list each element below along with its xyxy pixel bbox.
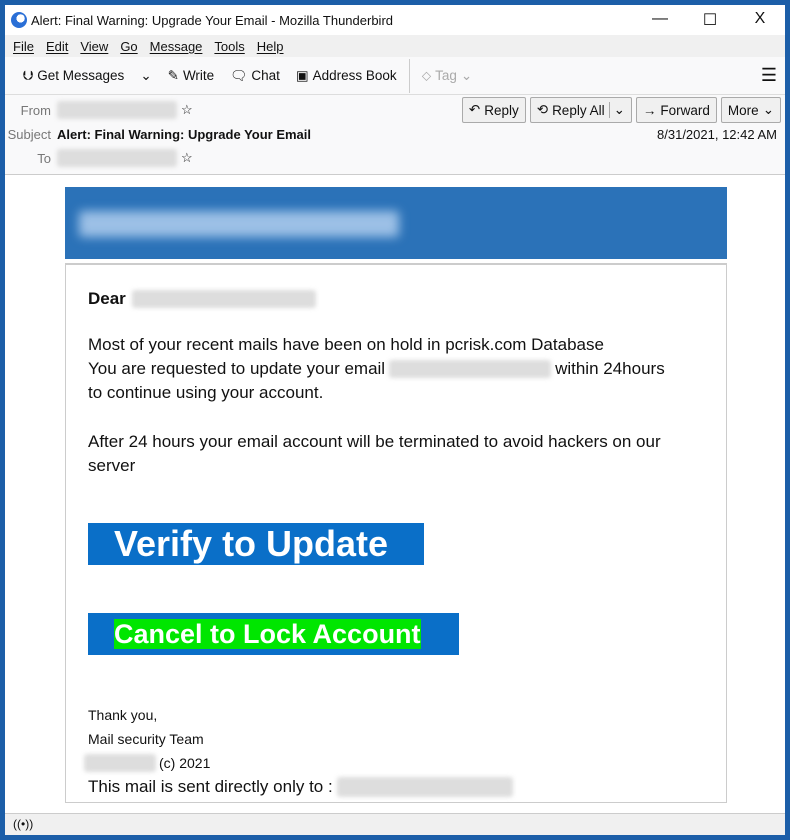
subject-label: Subject (7, 127, 51, 142)
message-header: From ☆ Subject Alert: Final Warning: Upgra… (5, 95, 785, 175)
chevron-down-icon[interactable]: ⌄ (608, 102, 625, 118)
thanks-text: Thank you, (88, 707, 158, 723)
address-book-button[interactable]: ▣ Address Book (288, 68, 405, 84)
tag-label: Tag (435, 68, 457, 83)
menu-edit[interactable]: Edit (46, 39, 68, 54)
body-line-2b: within 24hours (555, 359, 665, 378)
menu-go[interactable]: Go (120, 39, 137, 54)
sender-redacted (84, 754, 156, 772)
message-date: 8/31/2021, 12:42 AM (657, 127, 777, 142)
reply-label: Reply (484, 102, 519, 118)
reply-all-icon: ⟲ (536, 102, 549, 117)
toolbar-divider (408, 58, 410, 93)
hamburger-icon: ☰ (760, 65, 777, 85)
tag-button[interactable]: ⬦ Tag ⌄ (414, 68, 481, 84)
email-redacted (389, 360, 552, 378)
download-icon: ⮋ (23, 67, 34, 83)
menu-view[interactable]: View (80, 39, 108, 54)
title-bar: Alert: Final Warning: Upgrade Your Email… (5, 5, 785, 35)
chat-label: Chat (251, 68, 280, 83)
body-line-2a: You are requested to update your email (88, 359, 386, 378)
menu-tools[interactable]: Tools (214, 39, 244, 54)
email-content: Dear Most of your recent mails have been… (65, 263, 727, 803)
toolbar: ⮋ Get Messages ⌄ ✎ Write 🗨 Chat ▣ Address Bo… (5, 57, 785, 95)
sent-to-text: This mail is sent directly only to : (88, 777, 333, 796)
chevron-down-icon: ⌄ (460, 67, 473, 83)
forward-icon: → (642, 102, 657, 118)
email-banner (65, 187, 727, 259)
body-line-4: After 24 hours your email account will b… (88, 432, 661, 451)
write-label: Write (182, 68, 215, 83)
copyright-text: (c) 2021 (159, 755, 211, 771)
cancel-to-lock-label: Cancel to Lock Account (114, 619, 421, 649)
get-messages-label: Get Messages (37, 68, 125, 83)
reply-icon: ↶ (468, 102, 481, 117)
forward-label: Forward (660, 102, 710, 118)
get-messages-button[interactable]: ⮋ Get Messages (15, 68, 132, 84)
more-label: More (727, 102, 759, 118)
maximize-button[interactable]: ☐ (685, 10, 735, 30)
cancel-to-lock-button[interactable]: Cancel to Lock Account (88, 613, 459, 655)
more-button[interactable]: More ⌄ (720, 97, 781, 123)
forward-button[interactable]: → Forward (635, 97, 717, 123)
app-menu-button[interactable]: ☰ (753, 65, 785, 86)
get-messages-dropdown[interactable]: ⌄ (132, 68, 159, 84)
menu-help[interactable]: Help (257, 39, 284, 54)
to-address-redacted (57, 149, 177, 167)
online-status-icon[interactable]: ((•)) (13, 817, 33, 831)
greeting: Dear (88, 289, 126, 308)
from-label: From (20, 102, 51, 118)
from-address-redacted (57, 101, 177, 119)
chat-button[interactable]: 🗨 Chat (222, 68, 288, 84)
chevron-down-icon: ⌄ (762, 102, 774, 117)
close-button[interactable]: X (735, 10, 785, 30)
star-icon[interactable]: ☆ (181, 102, 193, 118)
team-text: Mail security Team (88, 731, 204, 747)
banner-address-redacted (79, 211, 399, 237)
subject-text: Alert: Final Warning: Upgrade Your Email (57, 127, 312, 142)
thunderbird-window: Alert: Final Warning: Upgrade Your Email… (5, 5, 785, 835)
body-line-1: Most of your recent mails have been on h… (88, 335, 604, 354)
reply-all-label: Reply All (552, 102, 605, 118)
verify-to-update-button[interactable]: Verify to Update (88, 523, 424, 565)
star-icon[interactable]: ☆ (181, 150, 193, 166)
to-label: To (37, 150, 51, 166)
tag-icon: ⬦ (421, 67, 432, 83)
body-line-3: to continue using your account. (88, 383, 324, 402)
thunderbird-logo-icon (11, 12, 27, 28)
sent-to-redacted (336, 777, 513, 797)
menu-message[interactable]: Message (150, 39, 203, 54)
menu-file[interactable]: File (13, 39, 34, 54)
recipient-redacted (131, 290, 316, 308)
body-line-5: server (88, 456, 136, 475)
address-book-icon: ▣ (295, 67, 309, 83)
menu-bar: File Edit View Go Message Tools Help (5, 35, 785, 57)
status-bar: ((•)) (5, 813, 785, 835)
window-title: Alert: Final Warning: Upgrade Your Email… (31, 12, 394, 28)
chevron-down-icon: ⌄ (140, 67, 152, 83)
minimize-button[interactable]: — (635, 10, 685, 30)
message-body: Dear Most of your recent mails have been… (5, 181, 785, 813)
write-button[interactable]: ✎ Write (160, 68, 223, 84)
chat-icon: 🗨 (230, 67, 248, 83)
reply-button[interactable]: ↶ Reply (461, 97, 526, 123)
address-book-label: Address Book (312, 68, 397, 83)
reply-all-button[interactable]: ⟲ Reply All ⌄ (529, 97, 632, 123)
pencil-icon: ✎ (167, 67, 179, 83)
